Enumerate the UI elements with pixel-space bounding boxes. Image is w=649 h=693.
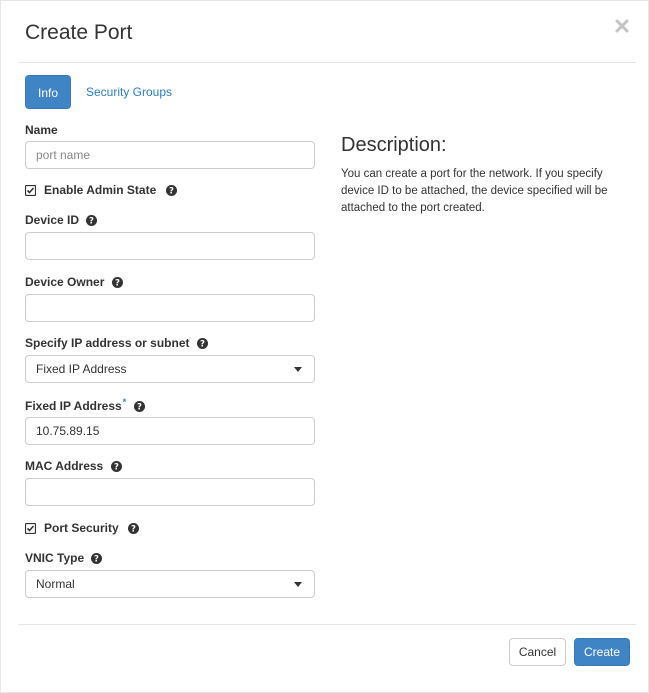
device-id-label-text: Device ID	[25, 213, 80, 227]
description-text: You can create a port for the network. I…	[341, 168, 608, 214]
specify-ip-label: Specify IP address or subnet ?	[25, 336, 208, 352]
close-icon[interactable]	[614, 18, 630, 34]
vnic-type-label-text: VNIC Type	[25, 551, 85, 565]
checkbox-checked-icon	[24, 522, 37, 537]
dialog-title: Create Port	[25, 21, 133, 44]
fixed-ip-label: Fixed IP Address* ?	[25, 397, 145, 415]
mac-address-label: MAC Address ?	[25, 459, 122, 475]
caret-down-icon	[294, 582, 302, 587]
vnic-type-label: VNIC Type ?	[25, 551, 103, 567]
create-button[interactable]: Create	[574, 638, 630, 666]
caret-down-icon	[294, 367, 302, 372]
vnic-type-selected-value: Normal	[36, 577, 75, 591]
fixed-ip-label-text: Fixed IP Address	[25, 399, 122, 413]
device-owner-input[interactable]	[25, 294, 315, 322]
port-security-checkbox[interactable]: Port Security ?	[24, 521, 140, 537]
device-id-label: Device ID ?	[25, 213, 98, 229]
tab-info[interactable]: Info	[25, 75, 71, 109]
svg-text:?: ?	[89, 217, 94, 227]
question-circle-icon[interactable]: ?	[110, 461, 122, 475]
svg-text:?: ?	[131, 525, 136, 535]
svg-text:?: ?	[137, 403, 142, 413]
device-owner-label-text: Device Owner	[25, 275, 105, 289]
question-circle-icon[interactable]: ?	[133, 401, 145, 415]
description-title: Description:	[341, 134, 447, 156]
dialog-header: Create Port	[1, 1, 649, 63]
svg-text:?: ?	[169, 187, 174, 197]
specify-ip-label-text: Specify IP address or subnet	[25, 336, 190, 350]
question-circle-icon[interactable]: ?	[86, 215, 98, 229]
enable-admin-state-label: Enable Admin State	[44, 183, 157, 197]
mac-address-input[interactable]	[25, 478, 315, 506]
svg-text:?: ?	[115, 279, 120, 289]
name-input[interactable]: port name	[25, 141, 315, 169]
description-panel: Description: You can create a port for t…	[341, 134, 621, 217]
port-security-label: Port Security	[44, 521, 119, 535]
create-port-dialog: Create Port Info Security Groups Name po…	[0, 0, 649, 693]
question-circle-icon[interactable]: ?	[196, 338, 208, 352]
svg-text:?: ?	[95, 555, 100, 565]
question-circle-icon[interactable]: ?	[91, 553, 103, 567]
enable-admin-state-checkbox[interactable]: Enable Admin State ?	[24, 183, 177, 199]
specify-ip-selected-value: Fixed IP Address	[36, 362, 127, 376]
svg-text:?: ?	[114, 463, 119, 473]
device-id-input[interactable]	[25, 232, 315, 260]
vnic-type-select[interactable]: Normal	[25, 570, 315, 598]
name-label-text: Name	[25, 123, 58, 137]
question-circle-icon[interactable]: ?	[111, 277, 123, 291]
svg-text:?: ?	[200, 340, 205, 350]
required-asterisk: *	[122, 397, 127, 407]
mac-address-label-text: MAC Address	[25, 459, 104, 473]
specify-ip-select[interactable]: Fixed IP Address	[25, 355, 315, 383]
name-label: Name	[25, 123, 58, 137]
footer-divider	[18, 624, 636, 625]
checkbox-checked-icon	[24, 184, 37, 199]
tab-security-groups[interactable]: Security Groups	[73, 75, 185, 109]
header-divider	[18, 62, 636, 63]
fixed-ip-input[interactable]: 10.75.89.15	[25, 417, 315, 445]
device-owner-label: Device Owner ?	[25, 275, 123, 291]
question-circle-icon[interactable]: ?	[128, 523, 140, 537]
cancel-button[interactable]: Cancel	[509, 638, 566, 666]
question-circle-icon[interactable]: ?	[165, 185, 177, 199]
